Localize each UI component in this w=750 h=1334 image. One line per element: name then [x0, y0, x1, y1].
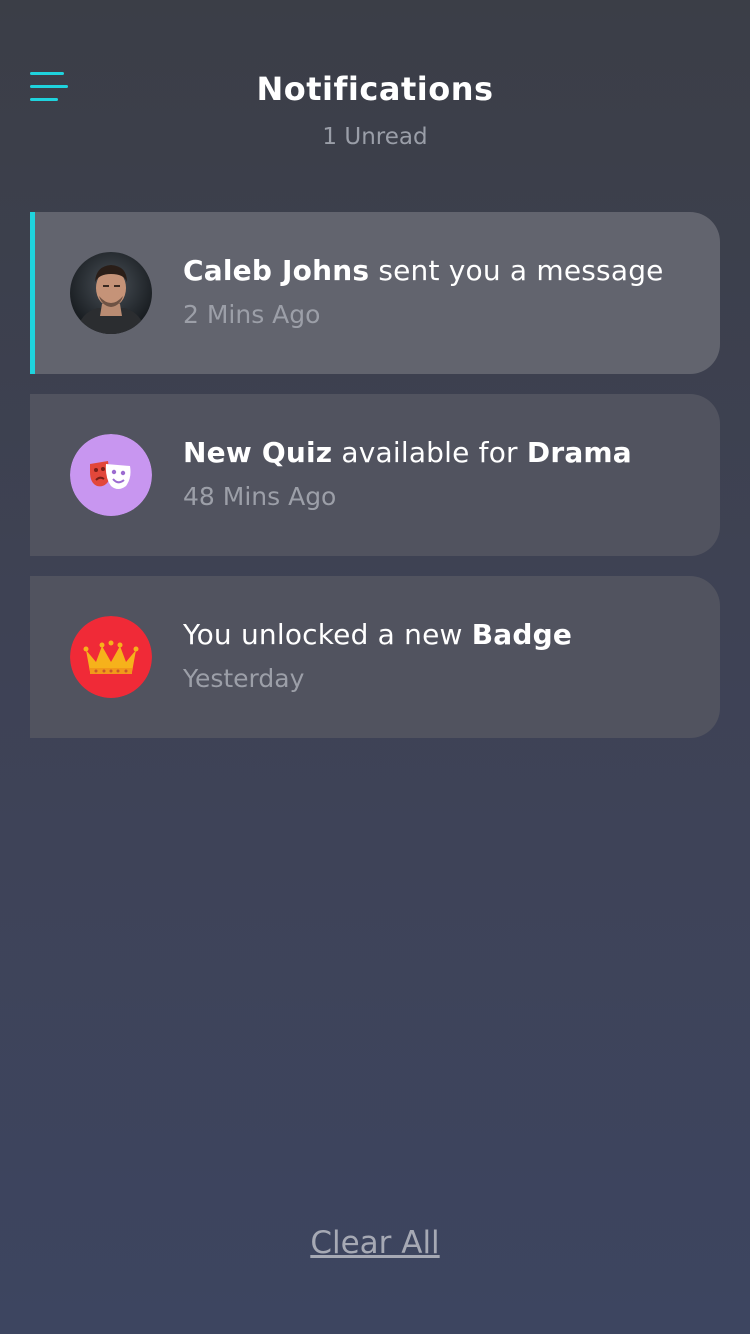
notification-time: Yesterday	[183, 664, 305, 693]
notification-message[interactable]: Caleb Johns sent you a message 2 Mins Ag…	[30, 212, 720, 374]
quiz-label: New Quiz	[183, 436, 333, 469]
notification-quiz[interactable]: New Quiz available for Drama 48 Mins Ago	[30, 394, 720, 556]
notification-text: You unlocked a new Badge	[183, 618, 572, 651]
clear-all-button[interactable]: Clear All	[0, 1225, 750, 1261]
badge-label: Badge	[471, 618, 573, 651]
crown-icon	[70, 616, 152, 698]
notification-message-text: You unlocked a new	[183, 618, 472, 651]
unread-count: 1 Unread	[322, 124, 428, 150]
page-title: Notifications	[256, 70, 494, 108]
notification-badge[interactable]: You unlocked a new Badge Yesterday	[30, 576, 720, 738]
unread-indicator	[30, 212, 35, 374]
theater-masks-icon	[70, 434, 152, 516]
notification-text: Caleb Johns sent you a message	[183, 254, 664, 287]
subject-label: Drama	[526, 436, 632, 469]
notification-text: New Quiz available for Drama	[183, 436, 632, 469]
notification-time: 2 Mins Ago	[183, 300, 321, 329]
notification-message-text: sent you a message	[369, 254, 664, 287]
sender-name: Caleb Johns	[183, 254, 370, 287]
user-avatar-icon	[70, 252, 152, 334]
notification-time: 48 Mins Ago	[183, 482, 337, 511]
notification-message-text: available for	[332, 436, 527, 469]
